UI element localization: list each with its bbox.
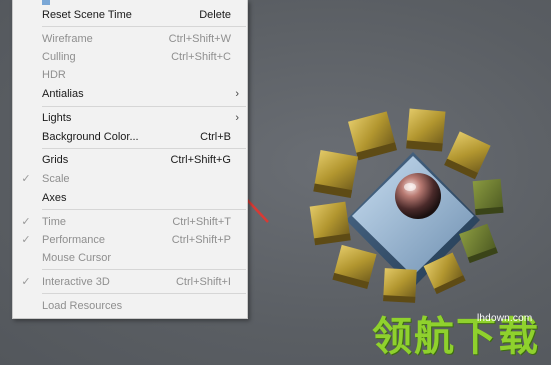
menu-item-shortcut: Ctrl+Shift+W [168,32,231,45]
menu-item-shortcut: Ctrl+Shift+T [172,215,231,228]
menu-item-label: Grids [42,153,69,166]
menu-item-antialias[interactable]: Antialias › [13,84,247,103]
check-icon: ✓ [21,234,31,246]
submenu-arrow-icon: › [235,87,239,100]
menu-separator [42,293,246,294]
menu-item-label: Time [42,215,67,228]
menu-separator [42,209,246,210]
menu-item-label: Wireframe [42,32,93,45]
submenu-arrow-icon: › [235,111,239,124]
menu-item-label: Antialias [42,87,84,100]
menu-item-culling[interactable]: Culling Ctrl+Shift+C [13,47,247,66]
check-icon: ✓ [21,173,31,185]
menu-item-hdr[interactable]: HDR [13,65,247,84]
menu-separator [42,106,246,107]
menu-item-label: Load Resources [42,299,123,312]
menu-item-label: Mouse Cursor [42,251,112,264]
menu-item-label: Interactive 3D [42,275,110,288]
menu-item-mouse-cursor[interactable]: Mouse Cursor [13,248,247,267]
check-icon: ✓ [21,276,31,288]
menu-item-label: Lights [42,111,72,124]
menu-item-axes[interactable]: Axes [13,188,247,207]
menu-item-scale[interactable]: ✓ Scale [13,169,247,188]
menu-separator [42,26,246,27]
view-context-menu[interactable]: Reset Scene Time Delete Wireframe Ctrl+S… [12,0,248,319]
menu-item-time[interactable]: ✓ Time Ctrl+Shift+T [13,212,247,231]
menu-item-shortcut: Delete [199,8,231,21]
menu-item-shortcut: Ctrl+B [200,130,231,143]
menu-item-background-color[interactable]: Background Color... Ctrl+B [13,127,247,146]
menu-item-label: HDR [42,68,66,81]
menu-item-reset-scene-time[interactable]: Reset Scene Time Delete [13,5,247,24]
menu-item-label: Reset Scene Time [42,8,132,21]
menu-item-shortcut: Ctrl+Shift+I [175,275,231,288]
menu-separator [42,148,246,149]
check-icon: ✓ [21,216,31,228]
menu-item-shortcut: Ctrl+Shift+C [171,50,231,63]
menu-item-performance[interactable]: ✓ Performance Ctrl+Shift+P [13,230,247,249]
menu-item-label: Axes [42,191,67,204]
menu-item-label: Background Color... [42,130,139,143]
menu-item-shortcut: Ctrl+Shift+G [170,153,231,166]
menu-item-load-resources[interactable]: Load Resources [13,296,247,315]
menu-item-wireframe[interactable]: Wireframe Ctrl+Shift+W [13,29,247,48]
menu-item-lights[interactable]: Lights › [13,108,247,127]
menu-separator [42,269,246,270]
menu-item-grids[interactable]: Grids Ctrl+Shift+G [13,150,247,169]
menu-item-label: Scale [42,172,70,185]
menu-item-label: Culling [42,50,76,63]
watermark-url: lhdown.com [477,313,533,324]
menu-item-interactive-3d[interactable]: ✓ Interactive 3D Ctrl+Shift+I [13,272,247,291]
menu-item-shortcut: Ctrl+Shift+P [171,233,231,246]
menu-item-label: Performance [42,233,105,246]
chrome-sphere [395,173,441,219]
